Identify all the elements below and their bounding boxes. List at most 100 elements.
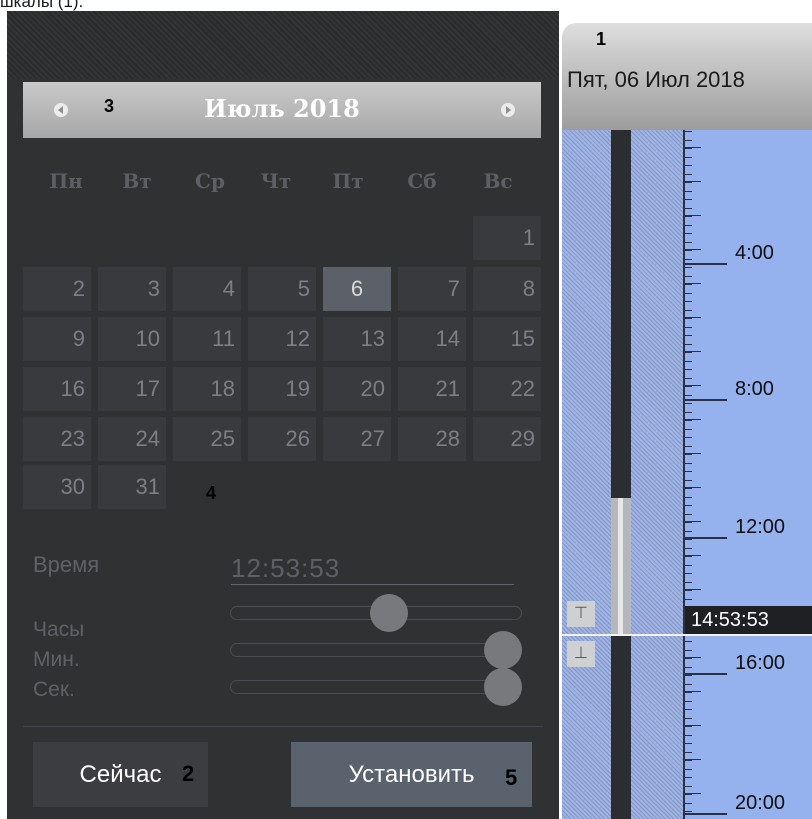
- timeline-tick: [685, 803, 692, 804]
- hour-label: 20:00: [735, 792, 786, 814]
- timeline-tick-medium: [685, 351, 701, 352]
- day-cell[interactable]: 21: [398, 367, 466, 411]
- timeline-tick: [685, 684, 692, 685]
- timeline-tick-major: [685, 673, 727, 675]
- day-cell[interactable]: 25: [173, 417, 241, 461]
- timeline-tick: [685, 131, 692, 132]
- hours-slider-handle[interactable]: [369, 594, 408, 632]
- weekday-mon: Пн: [49, 169, 83, 193]
- timeline-tick-medium: [685, 317, 701, 318]
- day-cell[interactable]: 12: [248, 317, 316, 361]
- day-cell[interactable]: 26: [248, 417, 316, 461]
- day-cell[interactable]: 22: [473, 367, 541, 411]
- timeline-tick: [685, 539, 692, 540]
- timeline-tick: [685, 743, 692, 744]
- day-cell[interactable]: 28: [398, 417, 466, 461]
- timeline-tick-medium: [685, 249, 701, 250]
- day-cell[interactable]: 3: [98, 267, 166, 311]
- day-cell[interactable]: 2: [23, 267, 91, 311]
- day-cell[interactable]: 24: [98, 417, 166, 461]
- timeline-tick: [685, 760, 692, 761]
- weekday-wed: Ср: [195, 169, 225, 193]
- timeline-tick: [685, 675, 692, 676]
- minutes-slider-handle[interactable]: [484, 631, 522, 669]
- recording-bar: [611, 498, 631, 636]
- day-cell[interactable]: 17: [98, 367, 166, 411]
- timeline-tick: [685, 386, 692, 387]
- day-cell[interactable]: 23: [23, 417, 91, 461]
- timeline-tick-medium: [685, 589, 701, 590]
- annotation-marker-1: 1: [596, 29, 607, 49]
- timeline-tick: [685, 267, 692, 268]
- day-cell[interactable]: 30: [23, 465, 91, 509]
- day-cell-selected[interactable]: 6: [323, 267, 391, 311]
- timeline-tick: [685, 174, 692, 175]
- timeline-tick: [685, 590, 692, 591]
- timeline-tick-medium: [685, 521, 701, 522]
- current-time-label: 14:53:53: [685, 606, 812, 634]
- day-cell[interactable]: 8: [473, 267, 541, 311]
- timeline-tick: [685, 718, 692, 719]
- day-cell[interactable]: 5: [248, 267, 316, 311]
- day-cell[interactable]: 14: [398, 317, 466, 361]
- day-cell[interactable]: 19: [248, 367, 316, 411]
- timeline-tick: [685, 276, 692, 277]
- timeline-tick: [685, 429, 692, 430]
- annotation-marker-5: 5: [505, 765, 518, 790]
- timeline-tick-medium: [685, 419, 701, 420]
- timeline-tick: [685, 199, 692, 200]
- timeline-tick-medium: [685, 793, 701, 794]
- timeline-tick-medium: [685, 487, 701, 488]
- timeline-tick: [685, 667, 692, 668]
- timeline-tick: [685, 522, 692, 523]
- timeline-tick: [685, 369, 692, 370]
- day-cell[interactable]: 11: [173, 317, 241, 361]
- timeline-tick: [685, 692, 692, 693]
- panel-header-strip: [7, 11, 559, 79]
- day-cell[interactable]: 15: [473, 317, 541, 361]
- day-cell[interactable]: 20: [323, 367, 391, 411]
- time-input[interactable]: 12:53:53: [231, 553, 514, 584]
- timeline-tick: [685, 361, 692, 362]
- weekday-tue: Вт: [122, 169, 152, 193]
- set-button[interactable]: Установить: [291, 742, 532, 807]
- weekday-fri: Пт: [332, 169, 364, 193]
- timeline-tick: [685, 514, 692, 515]
- seconds-slider-track[interactable]: [230, 680, 522, 694]
- timeline-tick: [685, 811, 692, 812]
- month-title: Июль 2018: [204, 94, 360, 123]
- time-underline: [231, 584, 514, 585]
- day-cell[interactable]: 10: [98, 317, 166, 361]
- timeline-tick: [685, 726, 692, 727]
- next-month-icon[interactable]: [501, 103, 515, 117]
- timeline-hatch-left: [562, 130, 611, 819]
- minutes-slider-track[interactable]: [230, 643, 522, 657]
- timeline-tick: [685, 582, 692, 583]
- timeline-tick-medium: [685, 453, 701, 454]
- timeline-tick: [685, 769, 692, 770]
- day-cell[interactable]: 18: [173, 367, 241, 411]
- timeline-tick: [685, 556, 692, 557]
- timeline-tick-medium: [685, 283, 701, 284]
- zoom-in-button[interactable]: ⊤: [567, 601, 595, 627]
- timeline-tick: [685, 565, 692, 566]
- timeline-tick: [685, 310, 692, 311]
- day-cell[interactable]: 9: [23, 317, 91, 361]
- day-cell[interactable]: 31: [98, 465, 166, 509]
- day-cell[interactable]: 13: [323, 317, 391, 361]
- zoom-out-button[interactable]: ⊥: [567, 641, 595, 667]
- weekday-sun: Вс: [483, 169, 513, 193]
- day-cell[interactable]: 1: [473, 216, 541, 260]
- day-cell[interactable]: 7: [398, 267, 466, 311]
- day-cell[interactable]: 29: [473, 417, 541, 461]
- seconds-slider-handle[interactable]: [484, 668, 522, 706]
- timeline-tick: [685, 480, 692, 481]
- timeline-tick: [685, 463, 692, 464]
- timeline-tick: [685, 505, 692, 506]
- day-cell[interactable]: 16: [23, 367, 91, 411]
- day-cell[interactable]: 4: [173, 267, 241, 311]
- day-cell[interactable]: 27: [323, 417, 391, 461]
- timeline-tick-major: [685, 813, 727, 815]
- hour-label: 4:00: [735, 242, 774, 264]
- timeline-tick: [685, 454, 692, 455]
